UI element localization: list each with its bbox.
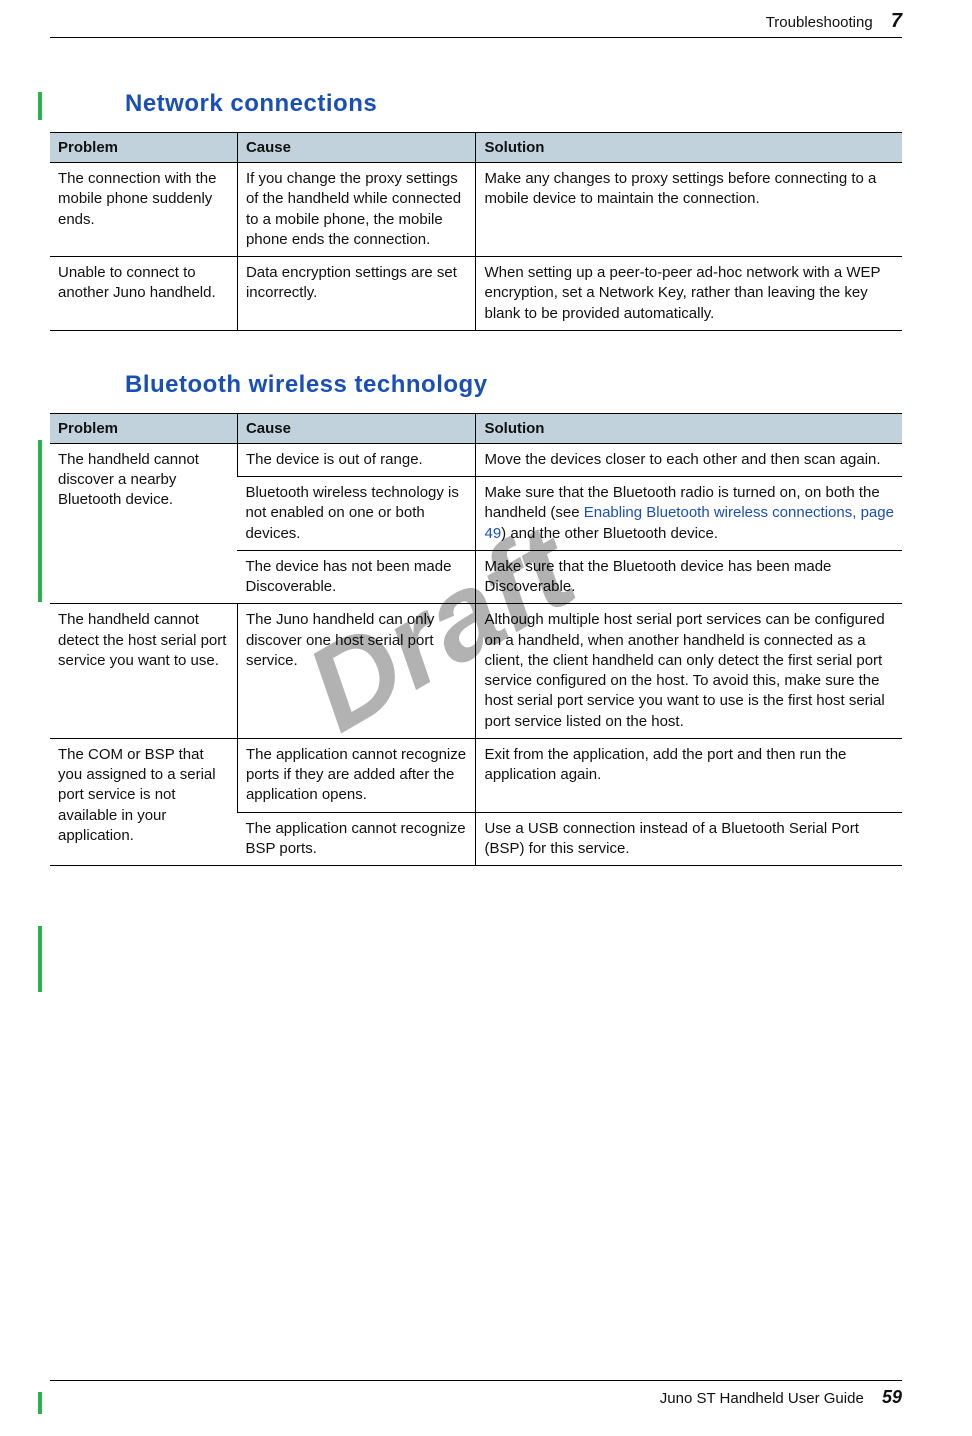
cell-solution: Make sure that the Bluetooth device has … xyxy=(476,550,902,604)
table-row: The handheld cannot discover a nearby Bl… xyxy=(50,443,902,476)
table-row: Unable to connect to another Juno handhe… xyxy=(50,257,902,331)
col-header-solution: Solution xyxy=(476,413,902,443)
table-row: The connection with the mobile phone sud… xyxy=(50,163,902,257)
table-bluetooth: Problem Cause Solution The handheld cann… xyxy=(50,413,902,866)
cell-cause: The device is out of range. xyxy=(237,443,476,476)
table-network-connections: Problem Cause Solution The connection wi… xyxy=(50,132,902,331)
solution-text-post: ) and the other Bluetooth device. xyxy=(501,525,718,542)
col-header-cause: Cause xyxy=(237,133,476,163)
cell-cause: Data encryption settings are set incorre… xyxy=(237,257,476,331)
change-bar xyxy=(38,926,42,992)
cell-cause: If you change the proxy settings of the … xyxy=(237,163,476,257)
page-content: Network connections Problem Cause Soluti… xyxy=(50,90,902,906)
header-section-name: Troubleshooting xyxy=(766,14,873,31)
cell-solution: Although multiple host serial port servi… xyxy=(476,604,902,739)
table-row: The COM or BSP that you assigned to a se… xyxy=(50,738,902,812)
col-header-cause: Cause xyxy=(237,413,476,443)
cell-solution: Use a USB connection instead of a Blueto… xyxy=(476,812,902,866)
cell-cause: Bluetooth wireless technology is not ena… xyxy=(237,477,476,551)
change-bar xyxy=(38,440,42,602)
section-heading-bluetooth: Bluetooth wireless technology xyxy=(125,371,902,399)
page: Troubleshooting 7 Network connections Pr… xyxy=(0,0,972,1436)
cell-cause: The Juno handheld can only discover one … xyxy=(237,604,476,739)
table-row: The handheld cannot detect the host seri… xyxy=(50,604,902,739)
cell-problem: The connection with the mobile phone sud… xyxy=(50,163,237,257)
change-bar xyxy=(38,1392,42,1414)
cell-cause: The device has not been made Discoverabl… xyxy=(237,550,476,604)
cell-solution: Make sure that the Bluetooth radio is tu… xyxy=(476,477,902,551)
cell-cause: The application cannot recognize ports i… xyxy=(237,738,476,812)
cell-cause: The application cannot recognize BSP por… xyxy=(237,812,476,866)
cell-problem: The handheld cannot detect the host seri… xyxy=(50,604,237,739)
cell-problem: The COM or BSP that you assigned to a se… xyxy=(50,738,237,865)
col-header-problem: Problem xyxy=(50,133,237,163)
col-header-problem: Problem xyxy=(50,413,237,443)
cell-solution: Make any changes to proxy settings befor… xyxy=(476,163,902,257)
page-header: Troubleshooting 7 xyxy=(50,10,902,38)
page-footer: Juno ST Handheld User Guide 59 xyxy=(50,1380,902,1408)
table-header-row: Problem Cause Solution xyxy=(50,413,902,443)
table-header-row: Problem Cause Solution xyxy=(50,133,902,163)
cell-problem: Unable to connect to another Juno handhe… xyxy=(50,257,237,331)
footer-page-number: 59 xyxy=(882,1387,902,1407)
footer-guide-name: Juno ST Handheld User Guide xyxy=(660,1390,864,1407)
cell-solution: Exit from the application, add the port … xyxy=(476,738,902,812)
header-chapter-number: 7 xyxy=(891,10,902,32)
cell-problem: The handheld cannot discover a nearby Bl… xyxy=(50,443,237,604)
cell-solution: Move the devices closer to each other an… xyxy=(476,443,902,476)
section-heading-network: Network connections xyxy=(125,90,902,118)
change-bar xyxy=(38,92,42,120)
cell-solution: When setting up a peer-to-peer ad-hoc ne… xyxy=(476,257,902,331)
col-header-solution: Solution xyxy=(476,133,902,163)
